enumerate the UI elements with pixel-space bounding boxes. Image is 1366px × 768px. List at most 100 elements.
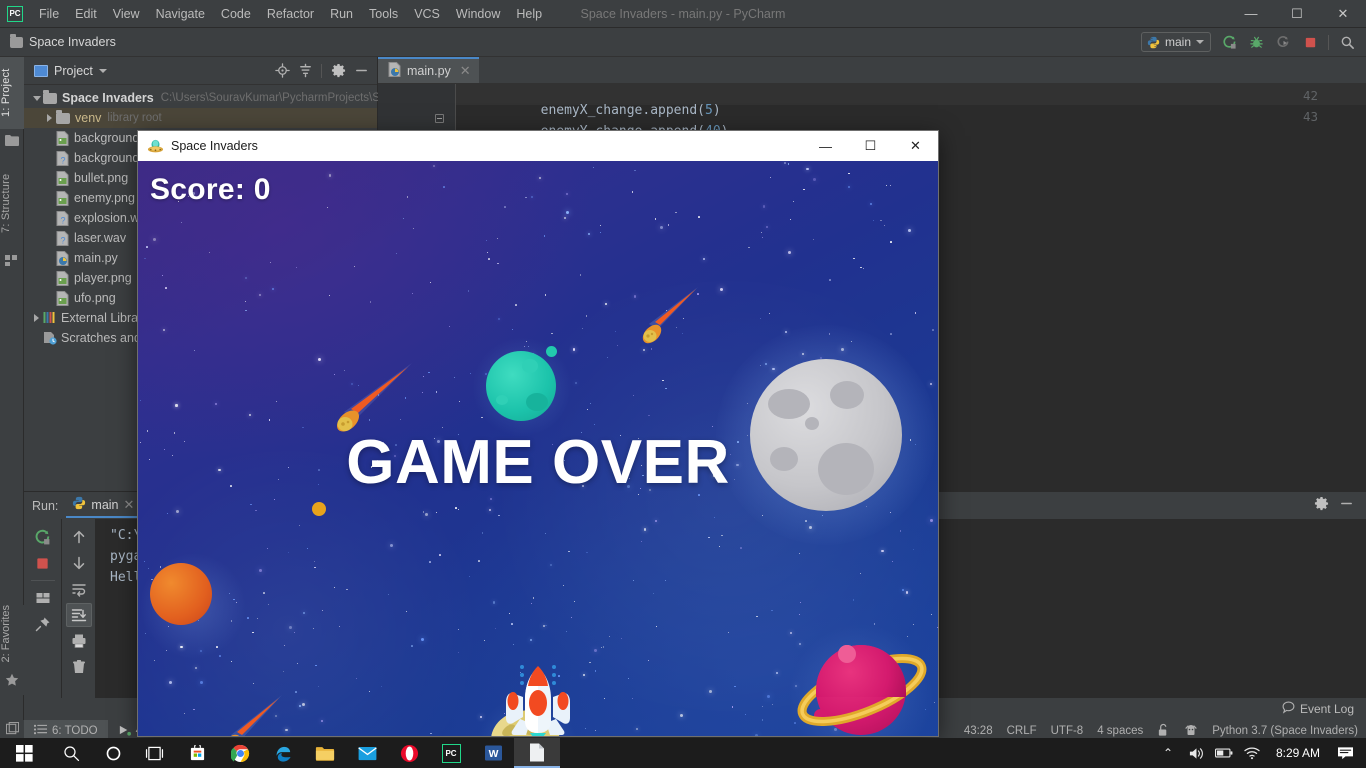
menu-code[interactable]: Code xyxy=(213,4,259,24)
game-close-button[interactable]: ✕ xyxy=(893,131,938,161)
python-icon xyxy=(72,496,86,513)
stop-icon[interactable] xyxy=(1301,33,1319,51)
sidebar-item-project[interactable]: 1: Project xyxy=(0,57,24,129)
menu-tools[interactable]: Tools xyxy=(361,4,406,24)
pin-icon[interactable] xyxy=(30,612,56,636)
game-maximize-button[interactable]: ☐ xyxy=(848,131,893,161)
tray-chevron-icon[interactable]: ⌃ xyxy=(1154,738,1182,768)
battery-icon[interactable] xyxy=(1210,738,1238,768)
edge-icon[interactable] xyxy=(262,738,304,768)
stop-icon[interactable] xyxy=(30,551,56,575)
menu-window[interactable]: Window xyxy=(448,4,508,24)
project-panel-title: Project xyxy=(54,63,93,78)
restore-layout-icon[interactable] xyxy=(30,586,56,610)
clear-all-icon[interactable] xyxy=(66,655,92,679)
cortana-icon[interactable] xyxy=(94,738,132,768)
notepad-icon[interactable] xyxy=(514,738,560,768)
expand-arrow-icon[interactable] xyxy=(43,114,56,122)
file-encoding[interactable]: UTF-8 xyxy=(1051,725,1084,737)
volume-icon[interactable] xyxy=(1182,738,1210,768)
image-file-icon xyxy=(56,170,69,186)
run-tab-main[interactable]: main ✕ xyxy=(66,493,143,518)
folder-icon xyxy=(43,89,57,104)
game-window: Space Invaders — ☐ ✕ Score: 0 GAME OVER xyxy=(138,131,938,736)
run-configuration-selector[interactable]: main xyxy=(1140,32,1211,52)
notifications-icon[interactable] xyxy=(1330,738,1360,768)
scroll-to-end-icon[interactable] xyxy=(65,603,92,627)
menu-refactor[interactable]: Refactor xyxy=(259,4,322,24)
close-icon[interactable]: ✕ xyxy=(124,497,135,513)
mail-icon[interactable] xyxy=(346,738,388,768)
menu-run[interactable]: Run xyxy=(322,4,361,24)
svg-text:?: ? xyxy=(61,155,66,165)
ufo-icon xyxy=(147,138,164,155)
ide-window-controls: — ☐ ✕ xyxy=(1228,0,1366,28)
coverage-icon[interactable] xyxy=(1274,33,1292,51)
indent-setting[interactable]: 4 spaces xyxy=(1097,725,1143,737)
menu-file[interactable]: File xyxy=(31,4,67,24)
scroll-up-icon[interactable] xyxy=(66,525,92,549)
store-icon[interactable] xyxy=(176,738,218,768)
search-icon[interactable] xyxy=(1338,33,1356,51)
rerun-icon[interactable] xyxy=(30,525,56,549)
scroll-down-icon[interactable] xyxy=(66,551,92,575)
ide-menu-bar: PC File Edit View Navigate Code Refactor… xyxy=(0,0,1366,28)
menu-navigate[interactable]: Navigate xyxy=(148,4,213,24)
explorer-icon[interactable] xyxy=(304,738,346,768)
breadcrumb[interactable]: Space Invaders xyxy=(29,35,116,49)
caret-position[interactable]: 43:28 xyxy=(964,725,993,737)
hector-inspection-icon[interactable] xyxy=(1184,723,1198,740)
clock[interactable]: 8:29 AM xyxy=(1266,746,1330,760)
sidebar-item-favorites[interactable]: 2: Favorites xyxy=(0,605,24,666)
hide-panel-icon[interactable] xyxy=(1339,496,1354,516)
menu-view[interactable]: View xyxy=(105,4,148,24)
expand-arrow-icon[interactable] xyxy=(30,314,43,322)
run-icon[interactable] xyxy=(1220,33,1238,51)
task-view-icon[interactable] xyxy=(132,738,176,768)
ide-toolbar-right: main xyxy=(1140,32,1366,52)
scratches-icon xyxy=(43,331,57,346)
python-interpreter[interactable]: Python 3.7 (Space Invaders) xyxy=(1212,725,1358,737)
chrome-icon[interactable] xyxy=(218,738,262,768)
line-separator[interactable]: CRLF xyxy=(1007,725,1037,737)
project-panel-header: Project xyxy=(24,57,377,85)
menu-edit[interactable]: Edit xyxy=(67,4,105,24)
settings-gear-icon[interactable] xyxy=(328,61,348,81)
wifi-icon[interactable] xyxy=(1238,738,1266,768)
collapse-all-icon[interactable] xyxy=(295,61,315,81)
tree-item-space-invaders[interactable]: Space Invaders C:\Users\SouravKumar\Pych… xyxy=(24,88,386,108)
opera-icon[interactable] xyxy=(388,738,430,768)
ide-close-button[interactable]: ✕ xyxy=(1320,0,1366,28)
ide-maximize-button[interactable]: ☐ xyxy=(1274,0,1320,28)
tab-main-py[interactable]: main.py ✕ xyxy=(378,57,479,83)
fold-marker-icon[interactable] xyxy=(435,114,444,123)
sidebar-item-structure[interactable]: 7: Structure xyxy=(0,157,24,249)
unlocked-icon[interactable] xyxy=(1157,723,1170,740)
hide-panel-icon[interactable] xyxy=(351,61,371,81)
debug-icon[interactable] xyxy=(1247,33,1265,51)
game-minimize-button[interactable]: — xyxy=(803,131,848,161)
search-icon[interactable] xyxy=(48,738,94,768)
menu-help[interactable]: Help xyxy=(508,4,550,24)
svg-text:?: ? xyxy=(61,215,66,225)
close-icon[interactable]: ✕ xyxy=(460,63,471,79)
python-file-icon xyxy=(388,62,401,80)
menu-vcs[interactable]: VCS xyxy=(406,4,448,24)
locate-icon[interactable] xyxy=(272,61,292,81)
game-title-bar[interactable]: Space Invaders — ☐ ✕ xyxy=(138,131,938,161)
player-rocket[interactable] xyxy=(500,663,576,736)
word-icon[interactable]: W xyxy=(472,738,514,768)
soft-wrap-icon[interactable] xyxy=(66,577,92,601)
folder-icon xyxy=(10,33,23,48)
game-window-title: Space Invaders xyxy=(171,139,258,153)
game-canvas[interactable]: Score: 0 GAME OVER xyxy=(138,161,938,736)
expand-arrow-icon[interactable] xyxy=(30,95,43,101)
event-log-button[interactable]: Event Log xyxy=(1282,701,1354,717)
ide-minimize-button[interactable]: — xyxy=(1228,0,1274,28)
tree-item-venv[interactable]: venv library root xyxy=(24,108,377,128)
print-icon[interactable] xyxy=(66,629,92,653)
pycharm-icon[interactable]: PC xyxy=(430,738,472,768)
start-icon[interactable] xyxy=(0,738,48,768)
chevron-down-icon[interactable] xyxy=(98,68,107,73)
settings-gear-icon[interactable] xyxy=(1314,496,1329,516)
